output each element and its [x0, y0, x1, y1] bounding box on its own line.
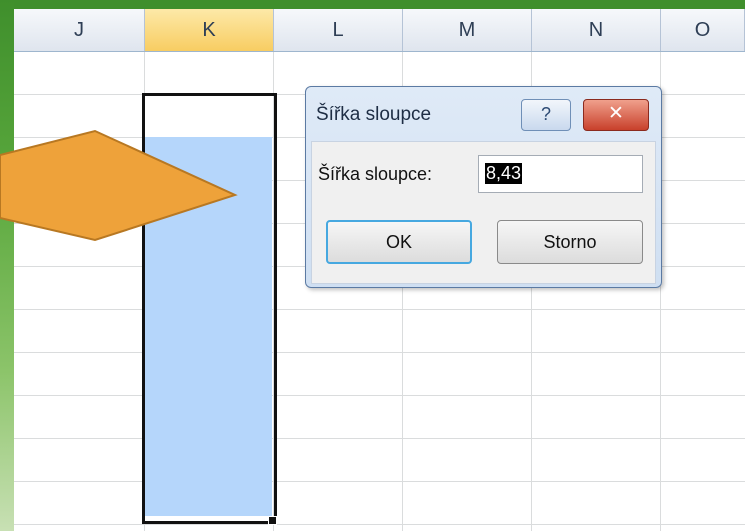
dialog-title: Šířka sloupce: [316, 104, 432, 125]
column-width-label: Šířka sloupce:: [318, 164, 433, 184]
close-button[interactable]: ✕: [583, 99, 649, 131]
ok-button[interactable]: OK: [326, 220, 472, 264]
cancel-button[interactable]: Storno: [497, 220, 643, 264]
column-width-value: 8,43: [485, 163, 523, 184]
dialog-body: Šířka sloupce: 8,43 OK Storno: [311, 141, 656, 284]
column-width-input[interactable]: 8,43: [478, 155, 643, 193]
help-button[interactable]: ?: [521, 99, 571, 131]
column-width-dialog: Šířka sloupce ? ✕ Šířka sloupce: 8,43 OK…: [305, 86, 662, 288]
help-icon: ?: [540, 104, 551, 124]
close-icon: ✕: [608, 103, 624, 124]
